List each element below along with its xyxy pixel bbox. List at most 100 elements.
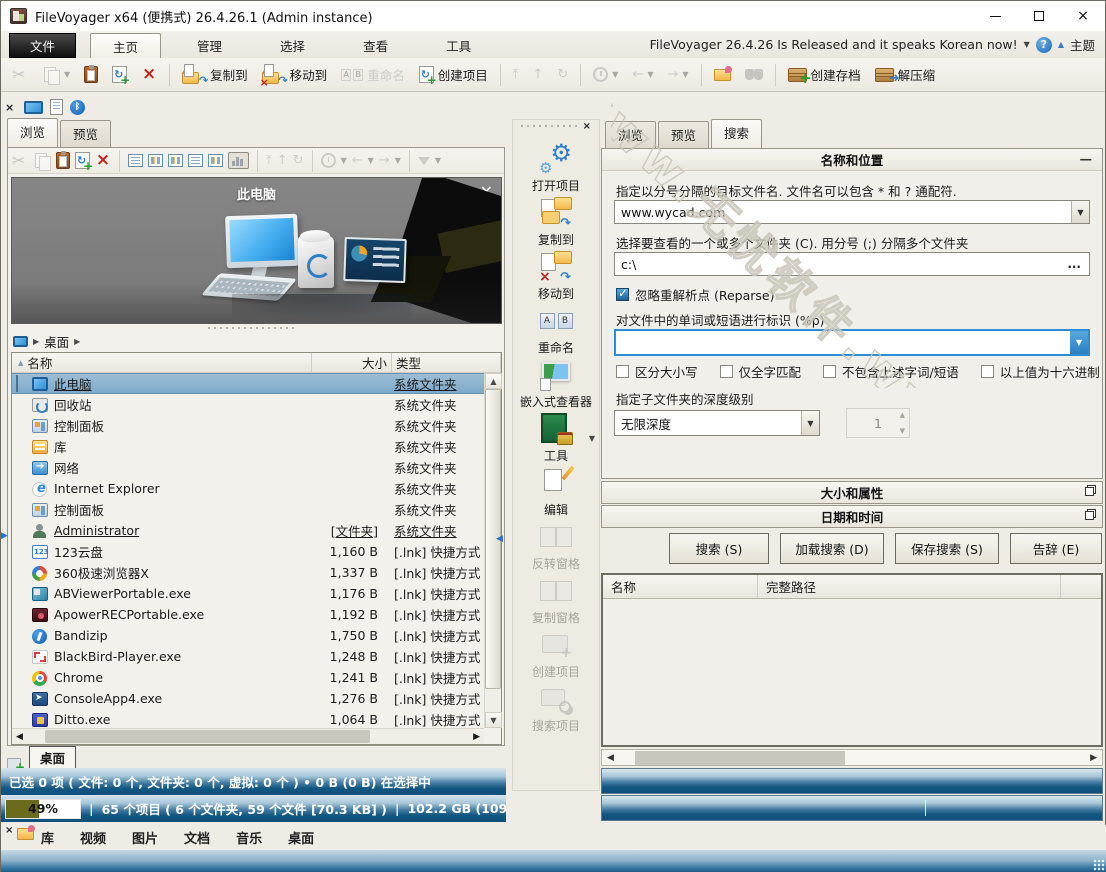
dropdown-caret-icon[interactable]: ▼: [589, 434, 595, 443]
breadcrumb-chevron-icon[interactable]: ▶: [74, 337, 80, 346]
file-row[interactable]: BlackBird-Player.exe1,248 B[.lnk] 快捷方式: [12, 646, 484, 667]
preview-resize-handle[interactable]: [208, 327, 298, 329]
resize-grip[interactable]: [1093, 859, 1105, 871]
section-header-size-attrs[interactable]: 大小和属性: [601, 481, 1103, 504]
left-tab-浏览[interactable]: 浏览: [7, 118, 58, 147]
maximize-button[interactable]: [1017, 2, 1061, 30]
copy-button[interactable]: ▼: [39, 64, 75, 86]
pane-forward-icon[interactable]: →: [379, 153, 390, 168]
view-list-icon[interactable]: [148, 154, 163, 167]
option-checkbox[interactable]: [823, 365, 836, 378]
file-row[interactable]: Administrator[文件夹]系统文件夹: [12, 520, 484, 541]
tray-item-图片[interactable]: 图片: [132, 828, 158, 847]
tray-item-桌面[interactable]: 桌面: [288, 828, 314, 847]
search-button-4[interactable]: 告辞 (E): [1010, 533, 1102, 564]
ribbon-collapse-icon[interactable]: ▲: [1058, 40, 1064, 49]
ribbon-tab-管理[interactable]: 管理: [175, 33, 244, 58]
folders-input[interactable]: c:\ ...: [614, 252, 1090, 276]
vtool-rename[interactable]: 重命名: [513, 304, 599, 356]
results-horizontal-scrollbar[interactable]: ◀ ▶: [601, 749, 1103, 766]
file-row[interactable]: 360极速浏览器X1,337 B[.lnk] 快捷方式: [12, 562, 484, 583]
file-row[interactable]: ConsoleApp4.exe1,276 B[.lnk] 快捷方式: [12, 688, 484, 709]
pane-cut-icon[interactable]: [12, 153, 30, 169]
results-column-name[interactable]: 名称: [603, 575, 758, 598]
section-header-datetime[interactable]: 日期和时间: [601, 505, 1103, 528]
file-row[interactable]: 此电脑系统文件夹: [12, 373, 484, 394]
row-checkbox[interactable]: [16, 375, 18, 392]
pane-sync-icon[interactable]: ↻: [293, 153, 304, 168]
column-header-size[interactable]: 大小: [312, 353, 392, 372]
vtool-searchitem[interactable]: 搜索项目: [513, 682, 599, 734]
close-pane-icon[interactable]: ×: [5, 101, 17, 114]
history-button[interactable]: ▼: [588, 64, 623, 85]
chevron-down-icon[interactable]: ▼: [801, 411, 819, 435]
vtool-copypane[interactable]: 复制窗格: [513, 574, 599, 626]
spin-up-icon[interactable]: ▲: [900, 411, 905, 419]
view-content-icon[interactable]: [208, 154, 223, 167]
pane-delete-icon[interactable]: ×: [95, 153, 111, 169]
desktop-tab[interactable]: 桌面: [29, 746, 76, 770]
back-button[interactable]: ←▼: [627, 64, 658, 85]
vtool-copyto[interactable]: ↷复制到: [513, 196, 599, 248]
tray-item-视频[interactable]: 视频: [80, 828, 106, 847]
ribbon-tab-工具[interactable]: 工具: [424, 33, 493, 58]
vtool-moveto[interactable]: ×↷移动到: [513, 250, 599, 302]
view-tiles-icon[interactable]: [188, 154, 203, 167]
documents-quick-icon[interactable]: [50, 99, 63, 115]
right-tab-预览[interactable]: 预览: [658, 121, 709, 148]
file-row[interactable]: 库系统文件夹: [12, 436, 484, 457]
reparse-checkbox[interactable]: [616, 288, 629, 301]
chevron-down-icon[interactable]: ▼: [1070, 331, 1088, 354]
phrase-combobox[interactable]: ▼: [614, 329, 1090, 356]
spin-down-icon[interactable]: ▼: [900, 427, 905, 435]
restore-section-icon[interactable]: [1085, 511, 1094, 520]
this-pc-quick-icon[interactable]: [24, 101, 43, 114]
splitter-collapse-icon[interactable]: ◀: [496, 534, 503, 544]
filename-combobox[interactable]: www.wycad.com ▼: [614, 200, 1090, 224]
paste-button[interactable]: [79, 63, 103, 86]
view-small-icons-icon[interactable]: [168, 154, 183, 167]
go-up-button[interactable]: ↑: [527, 64, 548, 85]
vtool-newitem[interactable]: 创建项目: [513, 628, 599, 680]
tray-close-icon[interactable]: ×: [5, 825, 13, 836]
tab-file[interactable]: 文件: [9, 33, 76, 58]
ribbon-tab-主页[interactable]: 主页: [90, 33, 161, 58]
column-header-type[interactable]: 类型: [392, 353, 501, 372]
section-header-name-location[interactable]: 名称和位置—: [602, 149, 1102, 171]
scroll-left-icon[interactable]: ◀: [602, 753, 619, 763]
tray-item-库[interactable]: 库: [41, 828, 54, 847]
depth-spinner[interactable]: 1 ▲▼: [846, 408, 910, 438]
pane-history-icon[interactable]: [321, 153, 336, 168]
tray-folder-icon[interactable]: [17, 828, 34, 840]
restore-section-icon[interactable]: [1085, 487, 1094, 496]
scroll-left-icon[interactable]: ◀: [12, 732, 27, 742]
rename-button[interactable]: AB重命名: [336, 62, 410, 87]
theme-button[interactable]: 主题: [1070, 35, 1095, 54]
ribbon-tab-查看[interactable]: 查看: [341, 33, 410, 58]
chevron-down-icon[interactable]: ▼: [1071, 201, 1089, 223]
copy-to-button[interactable]: ↷复制到: [177, 62, 253, 87]
option-checkbox[interactable]: [616, 365, 629, 378]
delete-button[interactable]: ×: [136, 64, 162, 86]
breadcrumb-desktop[interactable]: 桌面: [44, 332, 69, 351]
view-chart-button[interactable]: [228, 152, 249, 169]
file-row[interactable]: 控制面板系统文件夹: [12, 499, 484, 520]
create-archive-button[interactable]: +创建存档: [783, 62, 866, 87]
vtool-tools[interactable]: ▼工具: [513, 412, 599, 464]
pane-up-icon[interactable]: ↑: [277, 153, 288, 168]
create-item-button[interactable]: 创建项目: [414, 62, 493, 87]
vtool-invert[interactable]: 反转窗格: [513, 520, 599, 572]
search-tool-button[interactable]: [740, 66, 768, 84]
breadcrumb-chevron-icon[interactable]: ▶: [33, 337, 39, 346]
search-button-3[interactable]: 保存搜索 (S): [895, 533, 999, 564]
extract-button[interactable]: ➜解压缩: [870, 62, 941, 87]
help-icon[interactable]: ?: [1036, 37, 1052, 53]
option-checkbox[interactable]: [981, 365, 994, 378]
pane-back-icon[interactable]: ←: [352, 153, 363, 168]
scrollbar-thumb[interactable]: [635, 751, 845, 765]
filename-value[interactable]: www.wycad.com: [615, 205, 1071, 220]
browse-button[interactable]: ...: [1059, 257, 1089, 271]
ribbon-tab-选择[interactable]: 选择: [258, 33, 327, 58]
vtool-viewer[interactable]: 嵌入式查看器: [513, 358, 599, 410]
minimize-button[interactable]: [973, 2, 1017, 30]
